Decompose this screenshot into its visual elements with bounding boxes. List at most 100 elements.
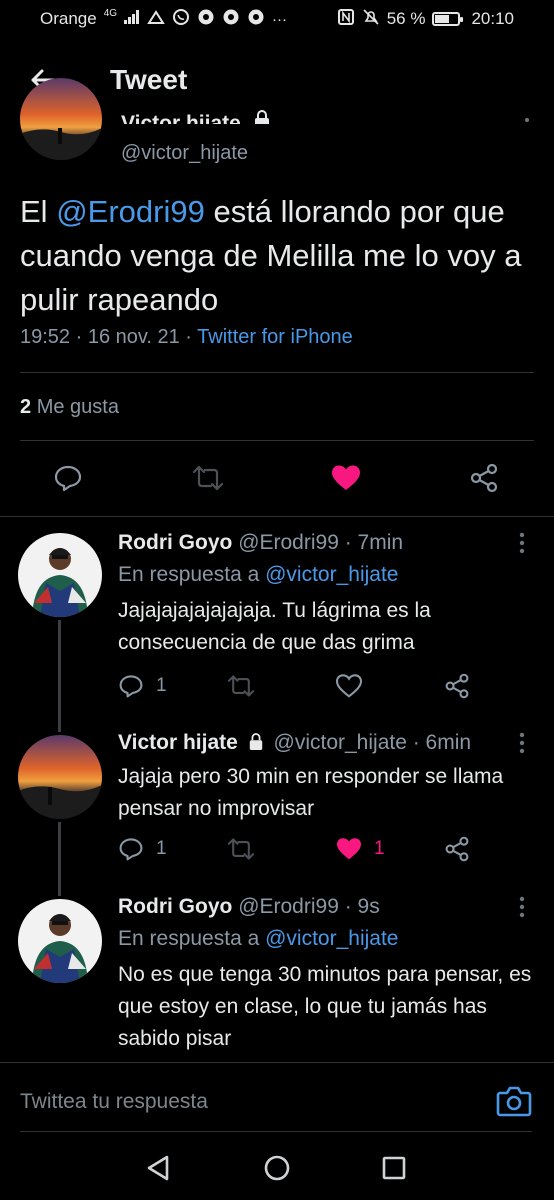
reply-text: No es que tenga 30 minutos para pensar, … — [118, 963, 532, 1050]
heart-icon — [336, 674, 362, 698]
heart-icon — [337, 838, 361, 860]
tweet-source-link[interactable]: Twitter for iPhone — [197, 326, 353, 348]
more-button[interactable] — [512, 731, 532, 755]
divider — [0, 1062, 554, 1063]
avatar[interactable] — [18, 533, 102, 617]
mute-icon — [362, 8, 380, 30]
chrome-icon — [247, 8, 265, 30]
more-icon — [525, 118, 529, 122]
reply-icon — [119, 838, 143, 861]
author-name[interactable]: Victor hijate — [121, 106, 271, 124]
author-name[interactable]: Rodri Goyo — [118, 531, 232, 554]
main-tweet: Victor hijate @victor_hijate El @Erodri9… — [0, 78, 554, 493]
more-notifications-icon: ··· — [272, 10, 288, 28]
avatar[interactable] — [18, 735, 102, 819]
status-bar-right: 56 % 20:10 — [337, 8, 514, 30]
carrier-label: Orange — [40, 9, 97, 28]
notification-icon — [147, 9, 165, 29]
like-count: 1 — [374, 838, 385, 859]
reply-button[interactable]: 1 — [118, 669, 167, 703]
reply-header: Rodri Goyo @Erodri99 · 9s — [118, 895, 380, 919]
reply-text: Jajajajajajajajaja. Tu lágrima es la con… — [118, 599, 431, 654]
reply-button[interactable]: 1 — [118, 832, 167, 866]
signal-icon — [124, 10, 140, 28]
system-nav-bar — [0, 1134, 554, 1200]
lock-icon — [248, 733, 264, 757]
divider — [20, 372, 534, 373]
battery-icon — [432, 12, 464, 26]
camera-button[interactable] — [496, 1084, 532, 1118]
reply-count: 1 — [156, 675, 167, 696]
like-button[interactable]: 1 — [336, 832, 385, 866]
mention-link[interactable]: @victor_hijate — [265, 563, 398, 586]
nav-recents-button[interactable] — [374, 1148, 414, 1188]
author-name[interactable]: Victor hijate — [118, 731, 238, 754]
battery-percent: 56 % — [386, 9, 426, 28]
avatar[interactable] — [18, 899, 102, 983]
nav-back-button[interactable] — [138, 1148, 178, 1188]
share-icon — [445, 836, 469, 862]
author-handle[interactable]: @victor_hijate — [121, 142, 248, 165]
retweet-button[interactable] — [226, 669, 256, 703]
retweet-icon — [227, 675, 255, 697]
tweet-text: El @Erodri99 está llorando por que cuand… — [20, 194, 522, 317]
tweet-timestamp[interactable]: 19:52 · 16 nov. 21 · — [20, 326, 197, 348]
reply-tweet[interactable]: Rodri Goyo @Erodri99 · 9s En respuesta a… — [0, 895, 554, 1055]
author-name[interactable]: Rodri Goyo — [118, 895, 232, 918]
share-button[interactable] — [444, 832, 470, 866]
status-bar: Orange 4G ··· 56 % 20:10 — [0, 0, 554, 38]
nav-home-button[interactable] — [257, 1148, 297, 1188]
camera-icon — [496, 1086, 532, 1117]
more-icon — [519, 896, 525, 918]
more-button[interactable] — [512, 895, 532, 919]
tweet-meta: 19:52 · 16 nov. 21 · Twitter for iPhone — [20, 326, 353, 349]
likes-count[interactable]: 2 Me gusta — [20, 396, 119, 419]
divider — [20, 1131, 532, 1132]
reply-composer: Twittea tu respuesta — [0, 1064, 554, 1134]
more-button[interactable] — [524, 112, 530, 123]
reply-icon — [54, 465, 82, 492]
author-handle-time[interactable]: @Erodri99 · 9s — [238, 895, 380, 918]
whatsapp-icon — [172, 8, 190, 30]
mention-link[interactable]: @victor_hijate — [265, 927, 398, 950]
main-tweet-author: Victor hijate @victor_hijate — [0, 78, 554, 180]
tweet-actions — [0, 452, 554, 504]
reply-text: Jajaja pero 30 min en responder se llama… — [118, 765, 504, 820]
like-button[interactable] — [320, 452, 372, 504]
lock-icon — [253, 106, 271, 124]
network-badge: 4G — [103, 7, 118, 19]
author-handle-time[interactable]: @victor_hijate · 6min — [274, 731, 472, 754]
like-button[interactable] — [336, 669, 362, 703]
reply-input[interactable]: Twittea tu respuesta — [20, 1090, 208, 1114]
share-button[interactable] — [444, 669, 470, 703]
more-button[interactable] — [512, 531, 532, 555]
reply-button[interactable] — [42, 452, 94, 504]
chrome-icon — [197, 8, 215, 30]
reply-count: 1 — [156, 838, 167, 859]
avatar[interactable] — [20, 78, 102, 160]
reply-tweet[interactable]: Victor hijate @victor_hijate · 6min Jaja… — [0, 731, 554, 881]
reply-actions: 1 — [118, 669, 538, 703]
mention-link[interactable]: @Erodri99 — [56, 194, 205, 229]
nav-back-icon — [147, 1155, 169, 1181]
in-reply-to: En respuesta a @victor_hijate — [118, 927, 399, 950]
retweet-icon — [192, 465, 224, 491]
share-button[interactable] — [458, 452, 510, 504]
retweet-button[interactable] — [226, 832, 256, 866]
nav-recents-icon — [382, 1156, 406, 1180]
divider — [20, 440, 534, 441]
reply-actions: 1 1 — [118, 832, 538, 866]
retweet-button[interactable] — [182, 452, 234, 504]
reply-header: Rodri Goyo @Erodri99 · 7min — [118, 531, 403, 555]
retweet-icon — [227, 838, 255, 860]
page-title: Tweet — [110, 64, 188, 95]
reply-icon — [119, 675, 143, 698]
reply-tweet[interactable]: Rodri Goyo @Erodri99 · 7min En respuesta… — [0, 531, 554, 711]
author-handle-time[interactable]: @Erodri99 · 7min — [238, 531, 403, 554]
nav-home-icon — [264, 1155, 290, 1181]
divider — [0, 516, 554, 517]
share-icon — [470, 463, 498, 493]
in-reply-to: En respuesta a @victor_hijate — [118, 563, 399, 586]
more-icon — [519, 532, 525, 554]
status-bar-left: Orange 4G ··· — [40, 8, 287, 30]
